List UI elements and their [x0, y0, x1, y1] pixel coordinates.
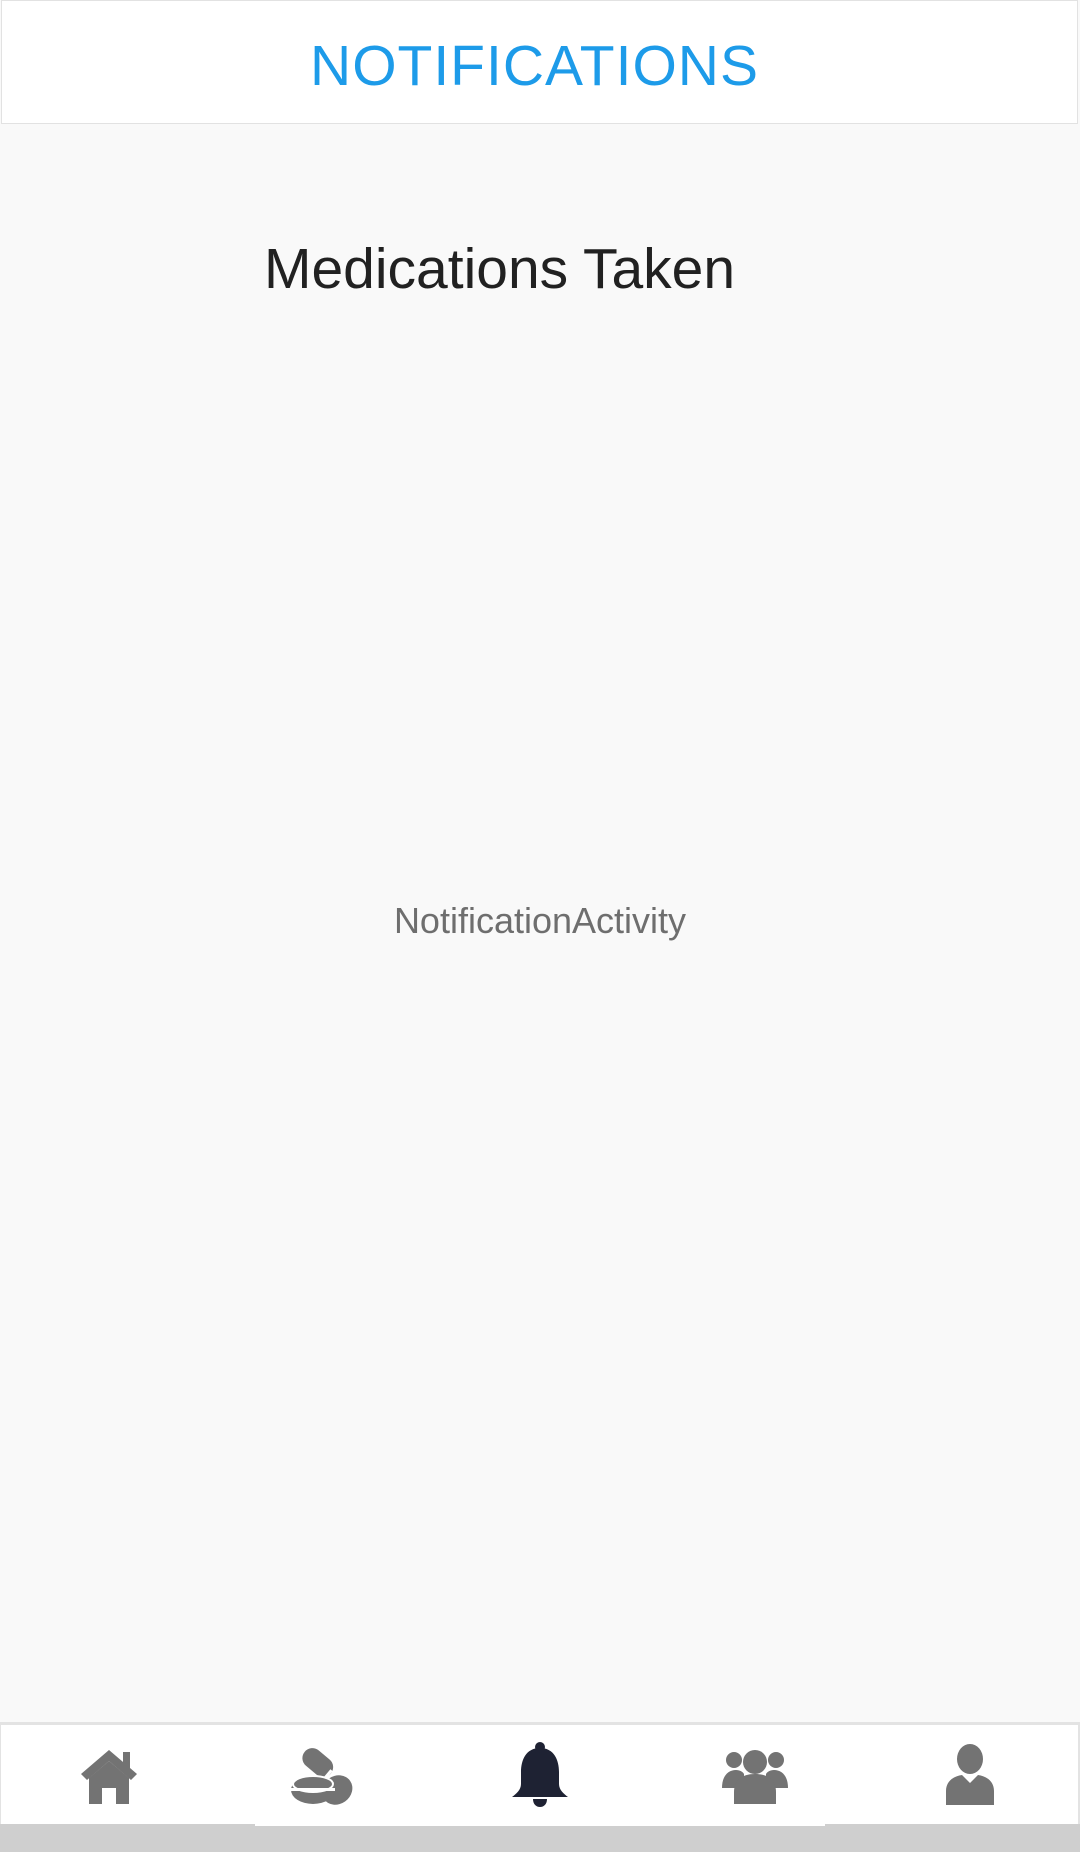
system-bottom-strip: [0, 1824, 1080, 1852]
nav-item-group[interactable]: [647, 1725, 862, 1824]
group-icon: [721, 1749, 788, 1804]
medications-taken-heading: Medications Taken: [264, 237, 736, 301]
pills-icon: [291, 1747, 353, 1805]
nav-item-profile[interactable]: [863, 1725, 1078, 1824]
activity-placeholder-text: NotificationActivity: [393, 900, 687, 941]
page-title: NOTIFICATIONS: [310, 34, 759, 98]
app-header: NOTIFICATIONS: [1, 0, 1078, 124]
user-icon: [946, 1743, 995, 1805]
nav-item-medications[interactable]: [216, 1725, 431, 1824]
home-icon: [80, 1749, 137, 1804]
nav-item-home[interactable]: [1, 1725, 216, 1824]
bottom-navigation: [0, 1722, 1080, 1824]
bell-icon: [511, 1741, 568, 1807]
nav-item-notifications[interactable]: [432, 1725, 647, 1824]
nav-underline: [255, 1824, 825, 1826]
